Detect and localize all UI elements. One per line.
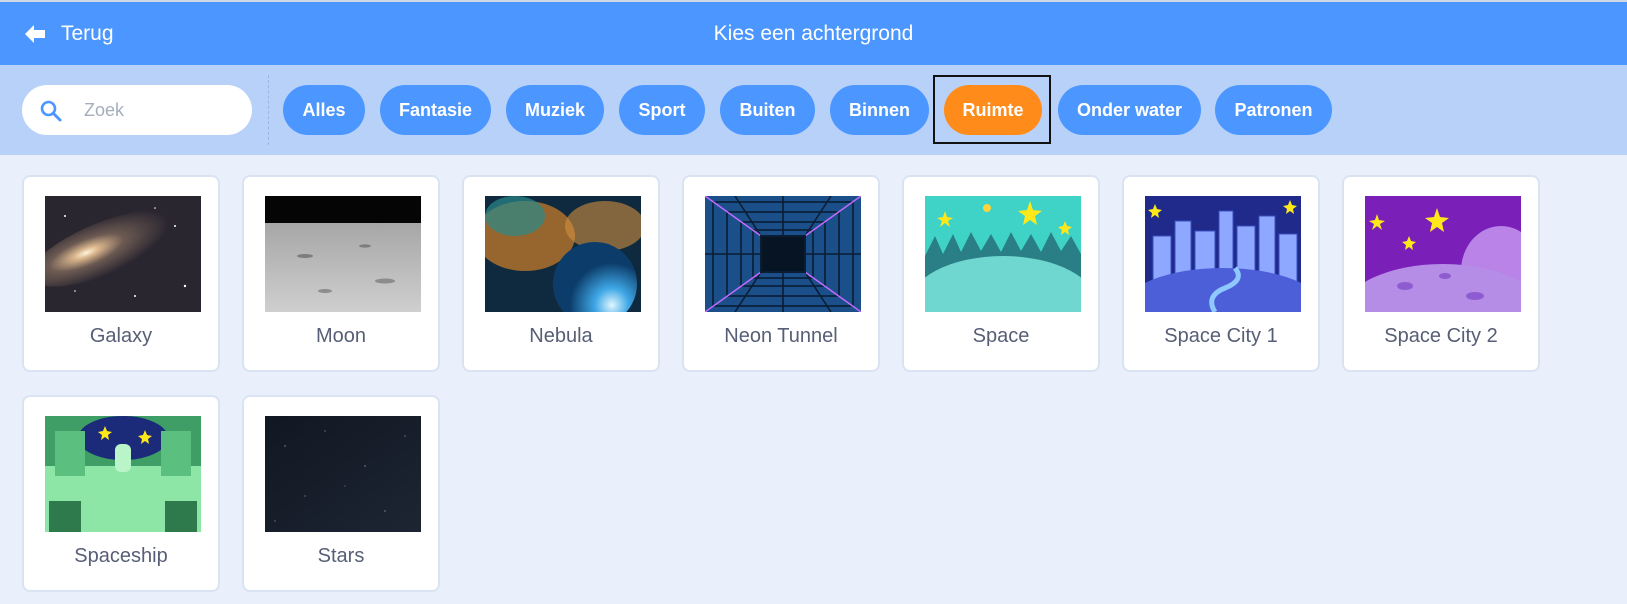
- space-city-2-thumbnail: [1365, 196, 1521, 312]
- tag-label: Fantasie: [398, 99, 473, 120]
- backdrop-card-spaceship[interactable]: Spaceship: [22, 395, 220, 592]
- moon-surface-thumbnail: [265, 196, 421, 312]
- search-icon: [40, 100, 62, 122]
- backdrop-name: Neon Tunnel: [724, 325, 838, 347]
- tag-alles[interactable]: Alles: [283, 85, 365, 135]
- neon-tunnel-thumbnail: [705, 196, 861, 312]
- tag-sport[interactable]: Sport: [619, 85, 705, 135]
- backdrop-name: Space City 2: [1384, 325, 1498, 347]
- backdrop-name: Stars: [317, 545, 365, 567]
- backdrop-card-space-city-2[interactable]: Space City 2: [1342, 175, 1540, 372]
- modal-header: Terug Kies een achtergrond: [0, 0, 1627, 65]
- backdrop-name: Space: [972, 325, 1030, 347]
- tag-patronen[interactable]: Patronen: [1215, 85, 1332, 135]
- filter-divider: [268, 75, 269, 145]
- tag-label: Binnen: [849, 99, 910, 120]
- modal-title: Kies een achtergrond: [713, 22, 914, 45]
- tag-label: Ruimte: [962, 99, 1024, 120]
- tag-muziek[interactable]: Muziek: [506, 85, 604, 135]
- tag-buiten[interactable]: Buiten: [720, 85, 815, 135]
- backdrop-card-nebula[interactable]: Nebula: [462, 175, 660, 372]
- backdrop-card-galaxy[interactable]: Galaxy: [22, 175, 220, 372]
- backdrop-card-space[interactable]: Space: [902, 175, 1100, 372]
- tag-label: Buiten: [739, 99, 796, 120]
- search-box[interactable]: [22, 85, 252, 135]
- backdrop-name: Galaxy: [89, 325, 153, 347]
- spaceship-interior-thumbnail: [45, 416, 201, 532]
- back-button[interactable]: Terug: [24, 2, 114, 65]
- tag-label: Sport: [638, 99, 686, 120]
- backdrop-card-stars[interactable]: Stars: [242, 395, 440, 592]
- search-input[interactable]: [84, 85, 244, 135]
- tag-binnen[interactable]: Binnen: [830, 85, 929, 135]
- backdrop-name: Moon: [315, 325, 367, 347]
- backdrop-card-neon-tunnel[interactable]: Neon Tunnel: [682, 175, 880, 372]
- filter-bar: Alles Fantasie Muziek Sport Buiten Binne…: [0, 65, 1627, 155]
- tag-label: Patronen: [1234, 99, 1313, 120]
- backdrop-card-moon[interactable]: Moon: [242, 175, 440, 372]
- nebula-thumbnail: [485, 196, 641, 312]
- tag-label: Alles: [302, 99, 346, 120]
- tag-ruimte[interactable]: Ruimte: [944, 85, 1042, 135]
- back-button-label: Terug: [61, 21, 114, 45]
- arrow-left-icon: [25, 24, 45, 43]
- backdrop-card-space-city-1[interactable]: Space City 1: [1122, 175, 1320, 372]
- space-thumbnail: [925, 196, 1081, 312]
- tag-label: Onder water: [1076, 99, 1183, 120]
- space-city-1-thumbnail: [1145, 196, 1301, 312]
- backdrop-name: Nebula: [529, 325, 593, 347]
- backdrop-name: Space City 1: [1164, 325, 1278, 347]
- galaxy-thumbnail: [45, 196, 201, 312]
- tag-onder-water[interactable]: Onder water: [1058, 85, 1201, 135]
- tag-label: Muziek: [524, 99, 585, 120]
- backdrop-name: Spaceship: [74, 545, 168, 567]
- stars-thumbnail: [265, 416, 421, 532]
- tag-fantasie[interactable]: Fantasie: [380, 85, 491, 135]
